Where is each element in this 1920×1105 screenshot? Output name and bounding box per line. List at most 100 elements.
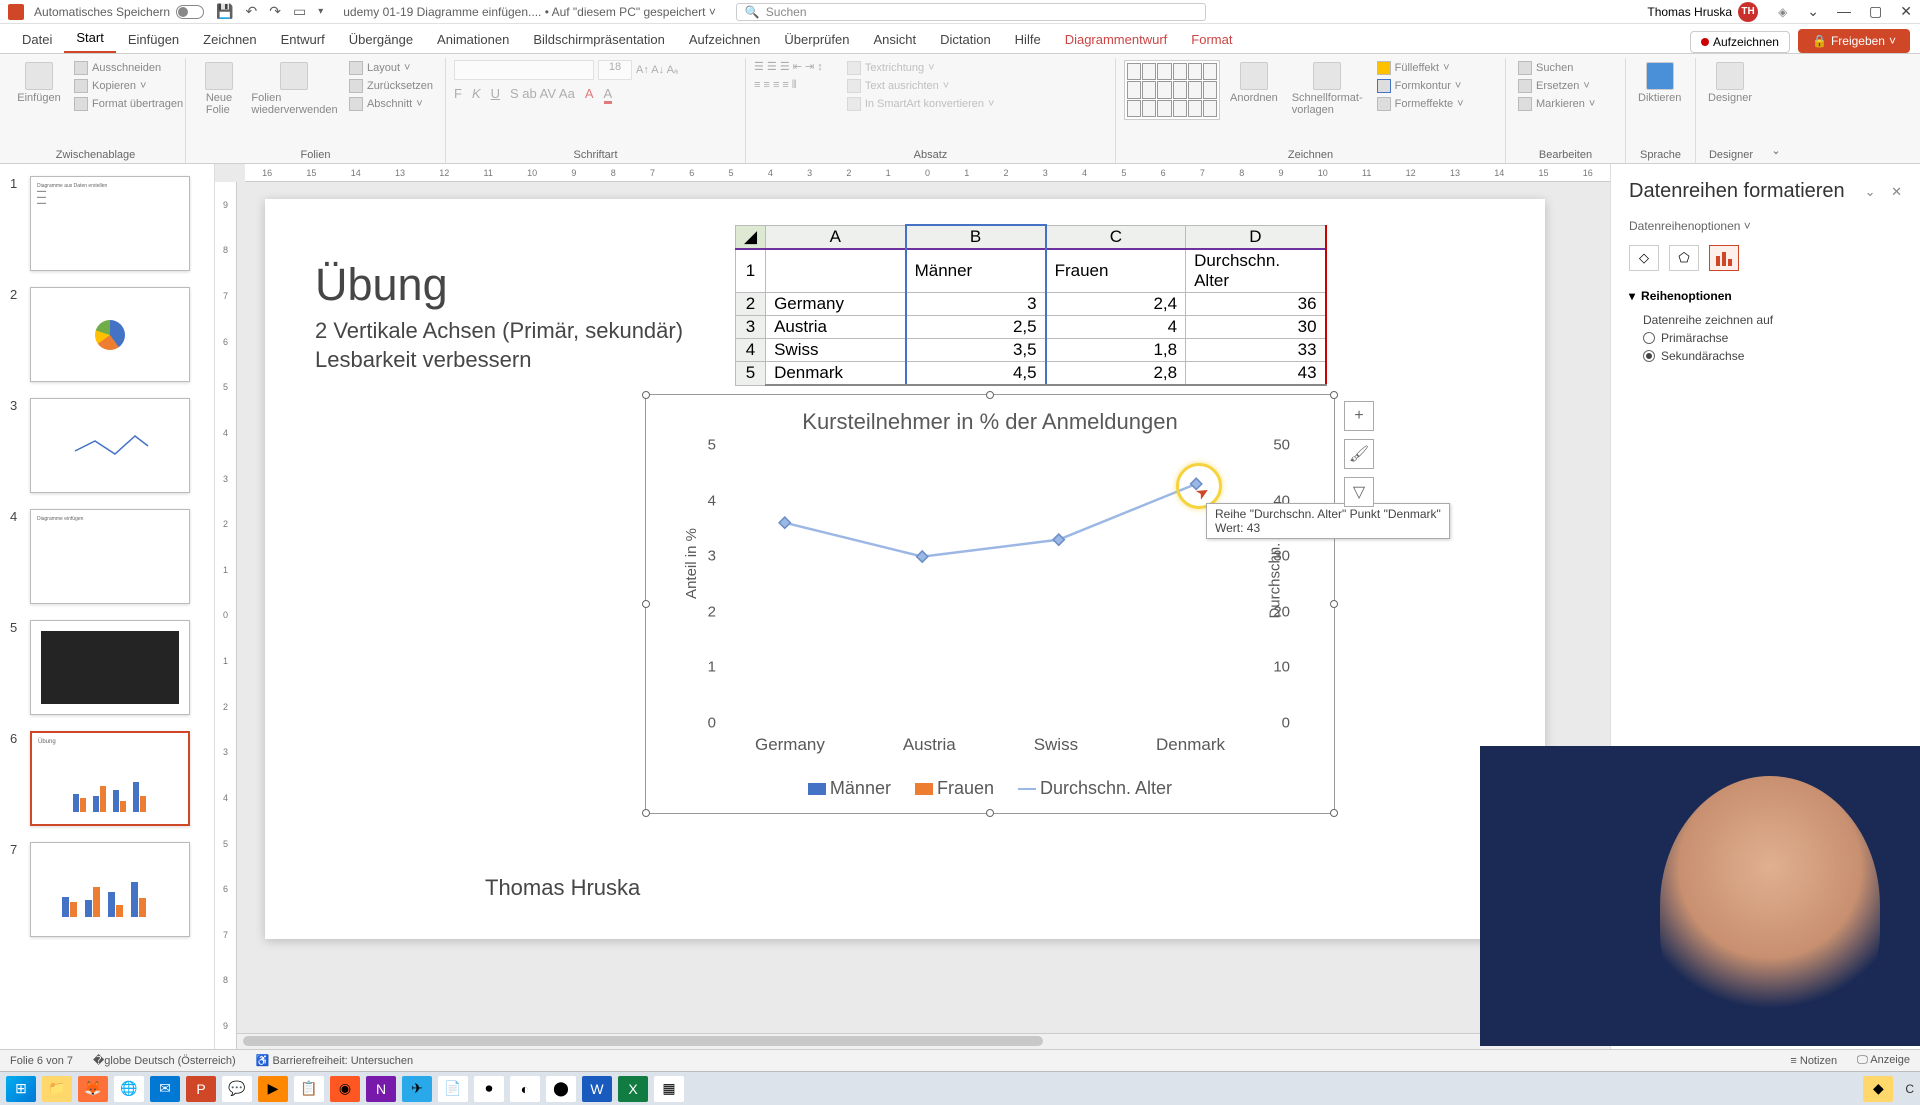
quick-styles-button[interactable]: Schnellformat- vorlagen (1288, 60, 1367, 118)
tab-diagrammentwurf[interactable]: Diagrammentwurf (1053, 26, 1180, 53)
thumb-7[interactable]: 7 (0, 838, 214, 949)
undo-icon[interactable]: ↶ (246, 3, 258, 20)
document-title[interactable]: udemy 01-19 Diagramme einfügen.... • Auf… (343, 5, 716, 19)
shape-outline-button[interactable]: Formkontur ˅ (1373, 78, 1468, 94)
dictate-button[interactable]: Diktieren (1634, 60, 1685, 106)
tab-einfuegen[interactable]: Einfügen (116, 26, 191, 53)
app-icon-1[interactable]: 💬 (222, 1076, 252, 1102)
chart-plot-area[interactable]: ➤ Reihe "Durchschn. Alter" Punkt "Denmar… (716, 445, 1264, 723)
slide-canvas[interactable]: Übung 2 Vertikale Achsen (Primär, sekund… (265, 199, 1545, 939)
word-icon[interactable]: W (582, 1076, 612, 1102)
tab-start[interactable]: Start (64, 24, 115, 53)
user-account[interactable]: Thomas Hruska TH (1647, 2, 1758, 22)
slide-position[interactable]: Folie 6 von 7 (10, 1055, 73, 1067)
ribbon-collapse-icon[interactable]: ⌄ (1771, 144, 1780, 157)
onenote-icon[interactable]: N (366, 1076, 396, 1102)
tab-dictation[interactable]: Dictation (928, 26, 1003, 53)
designer-button[interactable]: Designer (1704, 60, 1756, 106)
tab-ansicht[interactable]: Ansicht (861, 26, 928, 53)
tab-animationen[interactable]: Animationen (425, 26, 521, 53)
replace-button[interactable]: Ersetzen ˅ (1514, 78, 1599, 94)
reset-button[interactable]: Zurücksetzen (345, 78, 437, 94)
save-icon[interactable]: 💾 (216, 3, 233, 20)
new-slide-button[interactable]: Neue Folie (194, 60, 244, 118)
app-icon-5[interactable]: ⏺ (474, 1076, 504, 1102)
redo-icon[interactable]: ↷ (269, 3, 281, 20)
paste-button[interactable]: Einfügen (14, 60, 64, 106)
search-box[interactable]: 🔍 Suchen (736, 3, 1206, 21)
tab-entwurf[interactable]: Entwurf (269, 26, 337, 53)
shape-fill-button[interactable]: Fülleffekt ˅ (1373, 60, 1468, 76)
tab-zeichnen[interactable]: Zeichnen (191, 26, 268, 53)
primary-axis-radio[interactable]: Primärachse (1643, 331, 1902, 345)
app-icon-4[interactable]: 📄 (438, 1076, 468, 1102)
outlook-icon[interactable]: ✉ (150, 1076, 180, 1102)
thumb-4[interactable]: 4Diagramme einfügen (0, 505, 214, 616)
find-button[interactable]: Suchen (1514, 60, 1599, 76)
app-icon-8[interactable]: ▦ (654, 1076, 684, 1102)
chart-legend[interactable]: Männer Frauen Durchschn. Alter (646, 778, 1334, 799)
chart-elements-button[interactable]: + (1344, 401, 1374, 431)
tab-hilfe[interactable]: Hilfe (1003, 26, 1053, 53)
file-explorer-icon[interactable]: 📁 (42, 1076, 72, 1102)
tab-format[interactable]: Format (1179, 26, 1244, 53)
chart-styles-button[interactable]: 🖌 (1344, 439, 1374, 469)
notes-button[interactable]: ≡ Notizen (1790, 1055, 1837, 1067)
app-icon-2[interactable]: 📋 (294, 1076, 324, 1102)
thumb-6[interactable]: 6Übung (0, 727, 214, 838)
slideshow-icon[interactable]: ▭ (293, 3, 306, 20)
font-size-input[interactable]: 18 (598, 60, 632, 80)
diamond-icon[interactable]: ◈ (1778, 5, 1787, 19)
arrange-button[interactable]: Anordnen (1226, 60, 1282, 106)
powerpoint-icon[interactable]: P (186, 1076, 216, 1102)
chart-object[interactable]: Kursteilnehmer in % der Anmeldungen Ante… (645, 394, 1335, 814)
app-icon-7[interactable]: ⬤ (546, 1076, 576, 1102)
language-status[interactable]: �globe Deutsch (Österreich) (93, 1054, 236, 1067)
telegram-icon[interactable]: ✈ (402, 1076, 432, 1102)
start-button[interactable]: ⊞ (6, 1076, 36, 1102)
record-button[interactable]: Aufzeichnen (1690, 31, 1790, 53)
autosave-toggle[interactable]: Automatisches Speichern (34, 5, 204, 19)
series-options-tab-icon[interactable] (1709, 245, 1739, 271)
tab-datei[interactable]: Datei (10, 26, 64, 53)
app-icon-6[interactable]: ◐ (510, 1076, 540, 1102)
shapes-gallery[interactable] (1124, 60, 1220, 120)
thumb-1[interactable]: 1Diagramme aus Daten erstellen━━━━━━━━━ (0, 172, 214, 283)
chart-title[interactable]: Kursteilnehmer in % der Anmeldungen (646, 409, 1334, 435)
firefox-icon[interactable]: 🦊 (78, 1076, 108, 1102)
tray-icon[interactable]: ◆ (1863, 1076, 1893, 1102)
excel-icon[interactable]: X (618, 1076, 648, 1102)
vlc-icon[interactable]: ▶ (258, 1076, 288, 1102)
secondary-axis-radio[interactable]: Sekundärachse (1643, 349, 1902, 363)
select-button[interactable]: Markieren ˅ (1514, 96, 1599, 112)
tab-uebergaenge[interactable]: Übergänge (337, 26, 425, 53)
layout-button[interactable]: Layout ˅ (345, 60, 437, 76)
ribbon-mode-icon[interactable]: ⌄ (1807, 3, 1819, 20)
slide-subtitle[interactable]: 2 Vertikale Achsen (Primär, sekundär) Le… (315, 317, 683, 374)
accessibility-status[interactable]: ♿ Barrierefreiheit: Untersuchen (256, 1054, 413, 1067)
format-painter-button[interactable]: Format übertragen (70, 96, 187, 112)
qat-dropdown-icon[interactable]: ▾ (318, 6, 323, 17)
taskpane-close-icon[interactable]: ✕ (1891, 184, 1902, 199)
thumb-3[interactable]: 3 (0, 394, 214, 505)
minimize-icon[interactable]: — (1837, 3, 1851, 20)
display-settings-button[interactable]: 🖵 Anzeige (1857, 1054, 1910, 1067)
app-icon-3[interactable]: ◉ (330, 1076, 360, 1102)
thumb-5[interactable]: 5 (0, 616, 214, 727)
series-options-dropdown[interactable]: Datenreihenoptionen ˅ (1629, 219, 1902, 233)
slide-title[interactable]: Übung (315, 259, 448, 311)
chart-filter-button[interactable]: ▽ (1344, 477, 1374, 507)
copy-button[interactable]: Kopieren ˅ (70, 78, 187, 94)
reuse-slides-button[interactable]: Folien wiederverwenden (250, 60, 339, 118)
close-icon[interactable]: ✕ (1900, 3, 1912, 20)
fill-tab-icon[interactable]: ◇ (1629, 245, 1659, 271)
taskpane-options-icon[interactable]: ⌄ (1865, 184, 1876, 199)
cut-button[interactable]: Ausschneiden (70, 60, 187, 76)
tab-bildschirmpraesentation[interactable]: Bildschirmpräsentation (521, 26, 677, 53)
chrome-icon[interactable]: 🌐 (114, 1076, 144, 1102)
maximize-icon[interactable]: ▢ (1869, 3, 1882, 20)
slide-editor[interactable]: 1615141312111098765432101234567891011121… (215, 164, 1610, 1049)
effects-tab-icon[interactable]: ⬠ (1669, 245, 1699, 271)
section-button[interactable]: Abschnitt ˅ (345, 96, 437, 112)
share-button[interactable]: 🔒 Freigeben ˅ (1798, 29, 1910, 53)
